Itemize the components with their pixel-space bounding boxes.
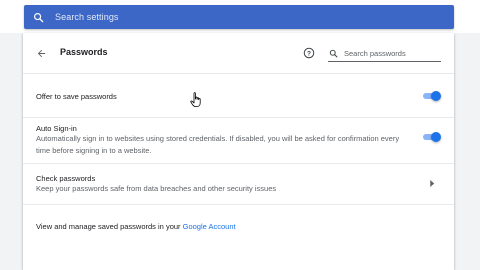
password-search-placeholder[interactable]: Search passwords: [344, 49, 406, 58]
password-search-input[interactable]: Search passwords: [328, 45, 441, 62]
manage-passwords-text: View and manage saved passwords in your …: [36, 222, 236, 231]
check-passwords-description: Keep your passwords safe from data breac…: [36, 184, 277, 193]
check-passwords-label: Check passwords: [36, 174, 96, 183]
auto-sign-in-description: Automatically sign in to websites using …: [36, 134, 400, 155]
password-search-icon: [329, 49, 338, 58]
auto-sign-in-toggle[interactable]: [422, 131, 442, 143]
google-account-link[interactable]: Google Account: [183, 222, 236, 231]
offer-to-save-row: Offer to save passwords: [23, 74, 454, 118]
back-arrow-icon[interactable]: [34, 46, 48, 60]
toggle-knob: [431, 91, 441, 101]
passwords-header: Passwords ? Search passwords: [23, 33, 454, 74]
check-passwords-row[interactable]: Check passwords Keep your passwords safe…: [23, 164, 454, 205]
manage-passwords-prefix: View and manage saved passwords in your: [36, 222, 183, 231]
settings-search-placeholder[interactable]: Search settings: [55, 12, 119, 22]
settings-search-bar[interactable]: Search settings: [24, 5, 454, 29]
manage-passwords-row: View and manage saved passwords in your …: [23, 205, 454, 245]
page-title: Passwords: [60, 47, 108, 57]
offer-to-save-label: Offer to save passwords: [36, 92, 117, 101]
help-icon[interactable]: ?: [302, 46, 315, 59]
search-icon: [32, 11, 44, 23]
svg-text:?: ?: [307, 50, 311, 57]
chevron-right-icon[interactable]: [428, 179, 436, 187]
passwords-card: Passwords ? Search passwords Offer to sa…: [23, 33, 454, 270]
auto-sign-in-row: Auto Sign-in Automatically sign in to we…: [23, 118, 454, 164]
hand-cursor-icon: [190, 92, 202, 108]
auto-sign-in-label: Auto Sign-in: [36, 124, 77, 133]
top-bar: Search settings: [0, 0, 480, 33]
offer-to-save-toggle[interactable]: [422, 90, 442, 102]
settings-page: Search settings Passwords ? Search passw…: [0, 0, 480, 270]
toggle-knob: [431, 132, 441, 142]
